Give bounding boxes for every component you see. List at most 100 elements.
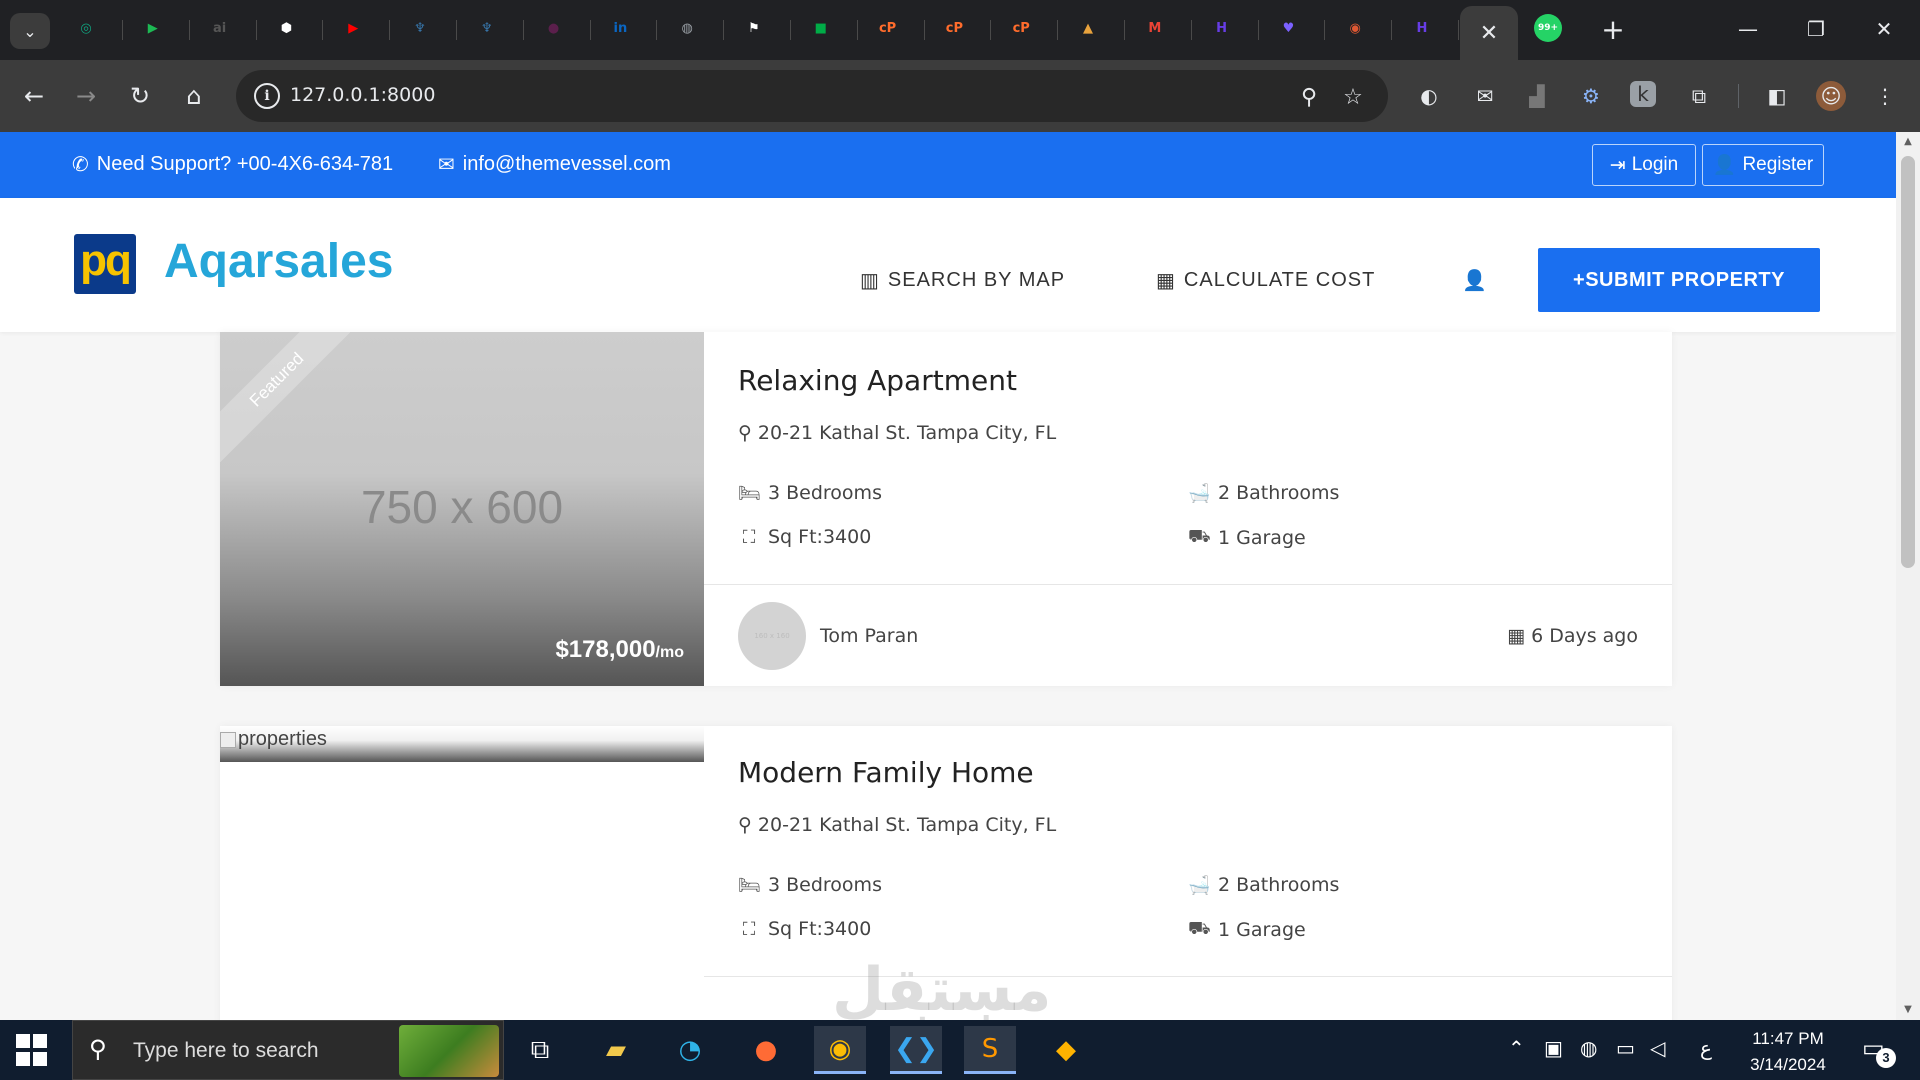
nav-user-account[interactable]: 👤	[1462, 268, 1488, 293]
tab-search-button[interactable]: ⌄	[10, 13, 50, 49]
tab-h-icon[interactable]: H	[1408, 14, 1436, 42]
tray-volume-icon[interactable]: ◁	[1650, 1036, 1665, 1060]
agent-name[interactable]: Tom Paran	[820, 625, 918, 647]
extension-puzzle-dim-icon[interactable]: ▟	[1522, 81, 1552, 111]
calendar-icon: ▦	[1507, 625, 1526, 647]
extension-gear-icon[interactable]: ⚙	[1576, 81, 1606, 111]
property-title[interactable]: Modern Family Home	[738, 756, 1034, 789]
forward-button[interactable]: →	[68, 78, 104, 114]
brand-name[interactable]: Aqarsales	[164, 234, 393, 289]
address-bar[interactable]: i 127.0.0.1:8000 ⚲ ☆	[236, 70, 1388, 122]
tab-play-green-icon[interactable]: ▶	[139, 14, 167, 42]
property-address: ⚲ 20-21 Kathal St. Tampa City, FL	[738, 814, 1057, 836]
extensions-puzzle-icon[interactable]: ⧉	[1684, 81, 1714, 111]
scroll-down-icon[interactable]: ▼	[1902, 1004, 1914, 1016]
tab-heart-icon[interactable]: ♥	[1274, 14, 1302, 42]
tab-duck-icon[interactable]: ◉	[1341, 14, 1369, 42]
task-view-icon[interactable]: ⧉	[514, 1026, 566, 1074]
edge-icon[interactable]: ◔	[664, 1026, 716, 1074]
tab-python-icon[interactable]: ♆	[406, 14, 434, 42]
tab-separator	[990, 20, 992, 40]
submit-property-button[interactable]: +SUBMIT PROPERTY	[1538, 248, 1820, 312]
tray-battery-icon[interactable]: ▭	[1616, 1036, 1635, 1060]
site-info-icon[interactable]: i	[254, 83, 280, 109]
support-email[interactable]: ✉ info@themevessel.com	[438, 152, 671, 177]
property-address: ⚲ 20-21 Kathal St. Tampa City, FL	[738, 422, 1057, 444]
notification-center-icon[interactable]: ▭ 3	[1862, 1034, 1896, 1068]
vpn-shield-icon[interactable]: ◆	[1040, 1026, 1092, 1074]
taskbar-clock[interactable]: 11:47 PM 3/14/2024	[1726, 1026, 1850, 1078]
active-tab[interactable]: ✕	[1460, 6, 1518, 60]
scroll-up-icon[interactable]: ▲	[1902, 136, 1914, 148]
home-button[interactable]: ⌂	[176, 78, 212, 114]
menu-kebab-icon[interactable]: ⋮	[1870, 81, 1900, 111]
bookmark-star-icon[interactable]: ☆	[1338, 82, 1368, 112]
new-tab-button[interactable]: +	[1598, 13, 1628, 46]
postman-icon[interactable]: ●	[740, 1026, 792, 1074]
property-title[interactable]: Relaxing Apartment	[738, 364, 1017, 397]
extension-mail-icon[interactable]: ✉	[1470, 81, 1500, 111]
tab-gmail-icon[interactable]: M	[1141, 14, 1169, 42]
nav-calculate-cost[interactable]: ▦ CALCULATE COST	[1156, 268, 1375, 293]
taskbar-search[interactable]: ⚲ Type here to search	[72, 1020, 504, 1080]
close-tab-icon[interactable]: ✕	[1480, 21, 1498, 46]
tab-h-icon[interactable]: H	[1208, 14, 1236, 42]
tray-network-icon[interactable]: ◍	[1580, 1036, 1597, 1060]
tab-youtube-icon[interactable]: ▶	[339, 14, 367, 42]
register-button[interactable]: 👤 Register	[1702, 144, 1824, 186]
tray-chevron-icon[interactable]: ⌃	[1508, 1036, 1525, 1060]
tab-flag-icon[interactable]: ⚑	[740, 14, 768, 42]
property-photo-broken[interactable]: properties	[220, 726, 704, 762]
extension-vpn-icon[interactable]: ◐	[1414, 81, 1444, 111]
tab-separator	[122, 20, 123, 40]
reload-button[interactable]: ↻	[122, 78, 158, 114]
feature-bathrooms: 🛁 2 Bathrooms	[1188, 482, 1340, 504]
chrome-icon[interactable]: ◉	[814, 1026, 866, 1074]
profile-avatar[interactable]: ☺	[1816, 81, 1846, 111]
tab-linkedin-icon[interactable]: in	[606, 14, 634, 42]
tab-separator	[1190, 20, 1192, 40]
tab-globe-icon[interactable]: ◍	[673, 14, 701, 42]
map-marker-icon: ⚲	[738, 422, 752, 444]
chevron-down-icon: ⌄	[23, 21, 37, 41]
minimize-button[interactable]: —	[1728, 12, 1768, 46]
tab-separator	[522, 20, 524, 40]
tab-meet-icon[interactable]: ■	[807, 14, 835, 42]
side-panel-icon[interactable]: ◧	[1762, 81, 1792, 111]
tab-cpanel-icon[interactable]: cP	[874, 14, 902, 42]
tab-cpanel-icon[interactable]: cP	[940, 14, 968, 42]
tab-separator	[1391, 20, 1393, 40]
extension-translate-icon[interactable]: k	[1630, 81, 1656, 107]
close-window-button[interactable]: ✕	[1864, 12, 1904, 46]
nav-search-by-map[interactable]: ▥ SEARCH BY MAP	[860, 268, 1065, 293]
logo-mark[interactable]: pq	[74, 234, 136, 294]
tab-cube-icon[interactable]: ⬢	[272, 14, 300, 42]
support-phone[interactable]: ✆ Need Support? +00-4X6-634-781	[72, 152, 393, 177]
tab-mountain-icon[interactable]: ▲	[1074, 14, 1102, 42]
tab-chatgpt-icon[interactable]: ◎	[72, 14, 100, 42]
sublime-icon[interactable]: S	[964, 1026, 1016, 1074]
windows-start-icon[interactable]	[16, 1034, 48, 1066]
tab-ai-icon[interactable]: ai	[206, 14, 234, 42]
tray-language[interactable]: ع	[1700, 1036, 1712, 1060]
zoom-icon[interactable]: ⚲	[1294, 82, 1324, 112]
scrollbar-thumb[interactable]	[1901, 156, 1915, 568]
agent-avatar[interactable]: 160 x 160	[738, 602, 806, 670]
vscode-icon[interactable]: ❮❯	[890, 1026, 942, 1074]
tab-drop-icon[interactable]: ●	[540, 14, 568, 42]
reload-icon: ↻	[129, 82, 151, 110]
back-button[interactable]: ←	[16, 78, 52, 114]
login-button[interactable]: ⇥ Login	[1592, 144, 1696, 186]
tray-display-icon[interactable]: ▣	[1544, 1036, 1563, 1060]
property-photo[interactable]: 750 x 600 Featured $178,000/mo	[220, 332, 704, 686]
tab-cpanel-icon[interactable]: cP	[1007, 14, 1035, 42]
file-explorer-icon[interactable]: ▰	[590, 1026, 642, 1074]
whatsapp-tab[interactable]: 99+	[1534, 14, 1562, 42]
tab-python-icon[interactable]: ♆	[473, 14, 501, 42]
page-scrollbar[interactable]: ▲ ▼	[1896, 132, 1920, 1020]
car-icon: ⛟	[1188, 918, 1211, 939]
broken-image: properties	[220, 728, 327, 751]
restore-button[interactable]: ❐	[1796, 12, 1836, 46]
url-text[interactable]: 127.0.0.1:8000	[290, 84, 435, 106]
phone-icon: ✆	[72, 154, 89, 176]
